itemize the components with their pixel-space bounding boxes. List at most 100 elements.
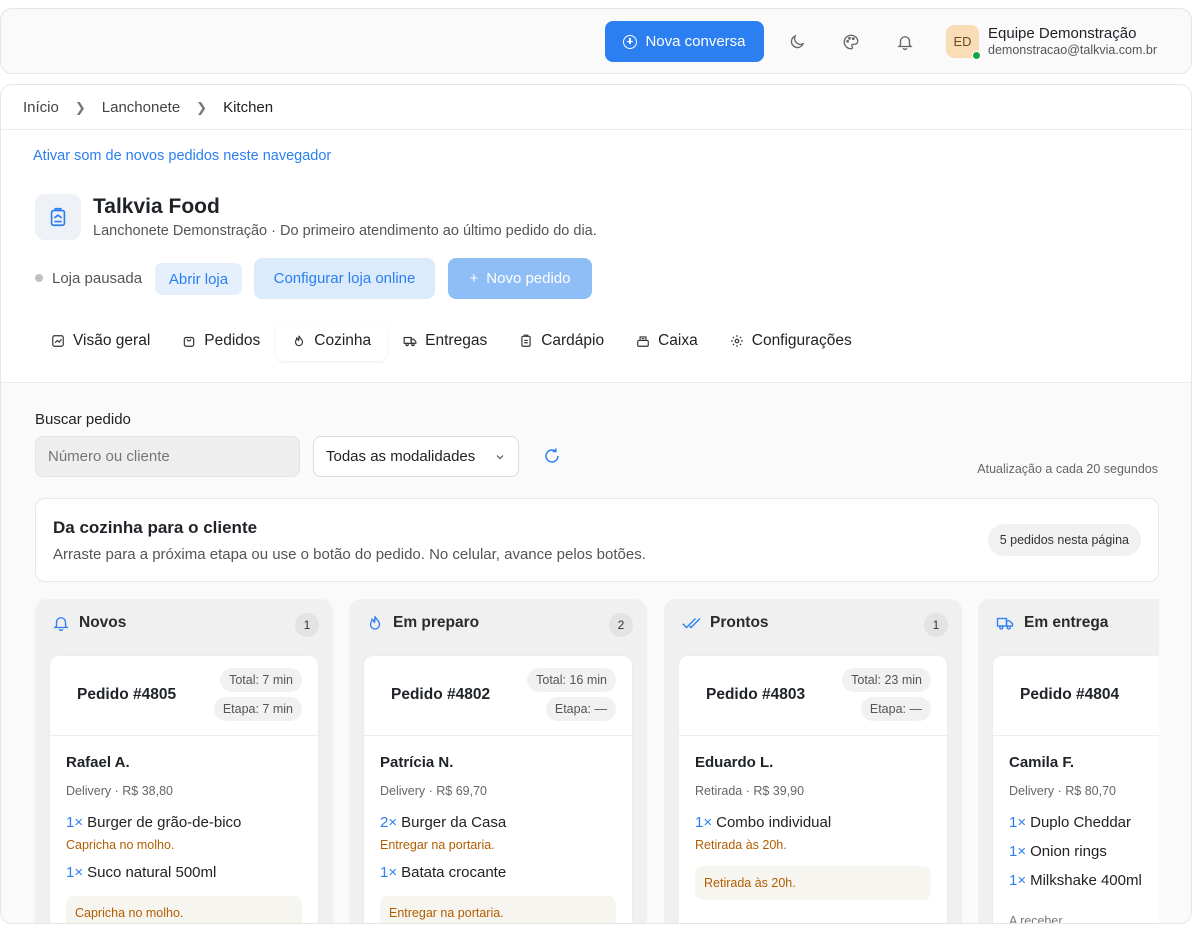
- order-id: Pedido #4804: [1020, 686, 1120, 703]
- item-note: Retirada às 20h.: [695, 838, 787, 852]
- order-id: Pedido #4802: [391, 686, 491, 703]
- new-order-button[interactable]: + Novo pedido: [448, 258, 592, 299]
- breadcrumb: Início ❯ Lanchonete ❯ Kitchen: [23, 99, 273, 116]
- order-meta: Delivery · R$ 80,70: [1009, 784, 1116, 798]
- column-header: Novos: [52, 614, 126, 632]
- tab-label: Cardápio: [541, 332, 605, 349]
- order-item: 1× Onion rings: [1009, 843, 1107, 860]
- store-name: Talkvia Food: [93, 195, 220, 218]
- truck-icon: [996, 617, 1014, 630]
- update-interval-note: Atualização a cada 20 segundos: [977, 462, 1158, 476]
- column-count: 1: [295, 613, 319, 637]
- breadcrumb-home[interactable]: Início: [23, 99, 59, 116]
- item-name: Duplo Cheddar: [1030, 814, 1132, 831]
- order-meta: Delivery · R$ 38,80: [66, 784, 173, 798]
- column-header: Em preparo: [366, 614, 479, 632]
- plus-circle-icon: [623, 34, 638, 49]
- configure-online-store-button[interactable]: Configurar loja online: [254, 258, 435, 299]
- tab-label: Caixa: [658, 332, 698, 349]
- customer-name: Camila F.: [1009, 754, 1075, 771]
- order-id: Pedido #4803: [706, 686, 806, 703]
- order-card[interactable]: Pedido #4802 Total: 16 min Etapa: — Patr…: [363, 655, 633, 923]
- refresh-icon[interactable]: [543, 447, 561, 465]
- store-subtitle: Lanchonete Demonstração · Do primeiro at…: [93, 223, 597, 239]
- item-name: Burger de grão-de-bico: [87, 814, 242, 831]
- tab-bar: Visão geral Pedidos Cozinha Entregas Car…: [35, 321, 868, 361]
- gear-icon: [730, 335, 743, 347]
- column-title: Novos: [79, 614, 127, 631]
- order-card[interactable]: Pedido #4805 Total: 7 min Etapa: 7 min R…: [49, 655, 319, 923]
- flame-icon: [369, 616, 381, 630]
- bell-icon: [53, 617, 69, 632]
- stage-time-pill: Etapa: —: [860, 697, 931, 721]
- register-icon: [637, 336, 649, 347]
- store-status: Loja pausada: [52, 270, 143, 287]
- chevron-down-icon: [496, 454, 504, 459]
- order-card-header: Pedido #4803 Total: 23 min Etapa: —: [679, 656, 947, 736]
- order-meta: Retirada · R$ 39,90: [695, 784, 805, 798]
- menu-book-icon: [521, 334, 531, 347]
- column-count: 2: [609, 613, 633, 637]
- palette-icon[interactable]: [840, 31, 862, 53]
- order-item: 2× Burger da Casa: [380, 814, 506, 831]
- item-qty: 1×: [1009, 814, 1027, 831]
- column-header: Em entrega: [995, 614, 1108, 632]
- item-note: Capricha no molho.: [66, 838, 175, 852]
- bell-icon[interactable]: [894, 31, 916, 53]
- item-note: Entregar na portaria.: [380, 838, 495, 852]
- user-email: demonstracao@talkvia.com.br: [988, 43, 1158, 57]
- item-qty: 2×: [380, 814, 398, 831]
- store-icon: [35, 194, 81, 240]
- column-title: Prontos: [710, 614, 769, 631]
- search-input[interactable]: [35, 436, 300, 477]
- flame-icon: [295, 335, 304, 347]
- tab-deliveries[interactable]: Entregas: [387, 321, 503, 361]
- enable-sound-link[interactable]: Ativar som de novos pedidos neste navega…: [33, 148, 331, 164]
- store-status-dot: [35, 274, 43, 282]
- order-item: 1× Suco natural 500ml: [66, 864, 216, 881]
- tab-orders[interactable]: Pedidos: [166, 321, 276, 361]
- new-conversation-label: Nova conversa: [645, 33, 746, 50]
- item-name: Batata crocante: [401, 864, 507, 881]
- tab-settings[interactable]: Configurações: [714, 321, 868, 361]
- item-qty: 1×: [695, 814, 713, 831]
- tab-label: Pedidos: [204, 332, 261, 349]
- order-card[interactable]: Pedido #4803 Total: 23 min Etapa: — Edua…: [678, 655, 948, 923]
- tab-overview[interactable]: Visão geral: [35, 321, 166, 361]
- customer-name: Patrícia N.: [380, 754, 454, 771]
- item-qty: 1×: [1009, 872, 1027, 889]
- new-conversation-button[interactable]: Nova conversa: [605, 21, 764, 62]
- chevron-right-icon: ❯: [74, 99, 86, 115]
- new-order-label: Novo pedido: [486, 270, 571, 287]
- order-note: Entregar na portaria.: [380, 896, 616, 923]
- main-panel: Início ❯ Lanchonete ❯ Kitchen Ativar som…: [0, 84, 1192, 924]
- total-time-pill: Total: 16 min: [527, 668, 616, 692]
- tab-cashier[interactable]: Caixa: [620, 321, 714, 361]
- modality-select[interactable]: Todas as modalidades: [313, 436, 519, 477]
- order-item: 1× Batata crocante: [380, 864, 506, 881]
- tab-menu[interactable]: Cardápio: [503, 321, 620, 361]
- orders-count-badge: 5 pedidos nesta página: [987, 524, 1141, 556]
- moon-icon[interactable]: [786, 31, 808, 53]
- chart-icon: [52, 335, 64, 347]
- payment-status: A receber: [1009, 914, 1063, 924]
- item-name: Burger da Casa: [401, 814, 507, 831]
- top-bar: Nova conversa ED Equipe Demonstração dem…: [0, 8, 1192, 74]
- item-name: Milkshake 400ml: [1030, 872, 1142, 889]
- column-in-preparation: Em preparo 2 Pedido #4802 Total: 16 min …: [349, 599, 647, 923]
- order-item: 1× Duplo Cheddar: [1009, 814, 1131, 831]
- tab-label: Configurações: [751, 332, 852, 349]
- avatar[interactable]: ED: [946, 25, 981, 60]
- open-store-button[interactable]: Abrir loja: [155, 263, 242, 295]
- order-item: 1× Burger de grão-de-bico: [66, 814, 241, 831]
- total-time-pill: Total: 7 min: [220, 668, 302, 692]
- info-card: Da cozinha para o cliente Arraste para a…: [35, 498, 1159, 582]
- online-status-dot: [972, 51, 981, 60]
- column-in-delivery: Em entrega Pedido #4804 Camila F. Delive…: [978, 599, 1159, 924]
- tab-kitchen[interactable]: Cozinha: [276, 321, 388, 361]
- order-card-header: Pedido #4805 Total: 7 min Etapa: 7 min: [50, 656, 318, 736]
- item-qty: 1×: [66, 814, 84, 831]
- breadcrumb-store[interactable]: Lanchonete: [102, 99, 180, 116]
- tab-label: Visão geral: [73, 332, 151, 349]
- order-card[interactable]: Pedido #4804 Camila F. Delivery · R$ 80,…: [992, 655, 1159, 924]
